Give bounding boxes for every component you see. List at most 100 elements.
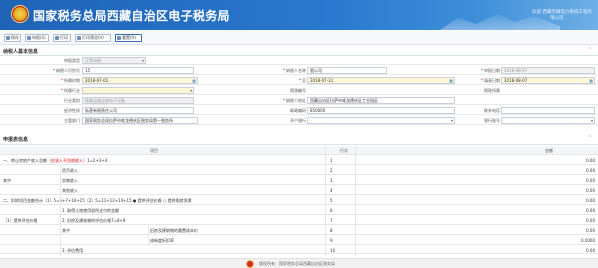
row-line: 6 — [330, 208, 333, 213]
row-group: 其中 — [3, 178, 11, 183]
chevron-down-icon: ▾ — [189, 88, 192, 93]
divider — [60, 166, 61, 256]
account-label: 银行账号 — [484, 118, 500, 123]
save-icon — [6, 36, 10, 40]
table-row: 3. 评估费用 10 0.00 — [0, 246, 598, 254]
divider — [325, 146, 326, 256]
industry-label: *所属行业 — [61, 88, 80, 93]
declare-type-label: 申报类型 — [64, 58, 80, 63]
tax-source-label: 税源编号 — [290, 88, 306, 93]
row-amount[interactable]: 0.00 — [500, 246, 595, 255]
taxpayer-name-label: *纳税人名称 — [283, 68, 306, 73]
form-row: 主管部门 国家税务总局拉萨市堆龙德庆区税务局第一税务所 开户银行 ▾ 银行账号 … — [0, 116, 598, 125]
row-amount[interactable]: 0.0000 — [500, 236, 595, 245]
row-item[interactable]: 二、扣除项目金额合计（1）5=6+7+10+15（2）5=11+12+14+15… — [3, 196, 323, 205]
save-button[interactable]: 保存 — [4, 34, 21, 42]
phone-label: 联系电话 — [484, 108, 500, 113]
reset-button[interactable]: 重置(R) — [115, 34, 142, 42]
table-header: 项目 行次 金额 — [0, 146, 598, 155]
row-item: 货币收入 — [62, 168, 78, 173]
tax-belong-label: 税款所属 — [484, 88, 500, 93]
fill-date-field[interactable]: 2018-08-07 ▦ — [501, 77, 595, 84]
calendar-icon: ▦ — [192, 78, 196, 83]
period-end-label: *至 — [299, 78, 306, 83]
fill-date-label: *填表日期 — [481, 78, 500, 83]
economic-type-label: 经济性质 — [64, 108, 80, 113]
table-row: 其他收入 4 0.00 — [0, 186, 598, 195]
authority-field[interactable]: 国家税务总局拉萨市堆龙德庆区税务局第一税务所 — [82, 117, 198, 124]
declare-date-label: *申报日期 — [481, 68, 500, 73]
row-amount[interactable]: 0.00 — [500, 216, 595, 225]
row-amount[interactable]: 0.00 — [500, 186, 595, 195]
toolbar: 保存 申报(S) 打印 打印预览(V) 重置(R) — [0, 31, 598, 45]
chevron-down-icon: ▾ — [141, 58, 144, 63]
row-amount[interactable]: 0.00 — [500, 156, 595, 165]
table-row: 二、扣除项目金额合计（1）5=6+7+10+15（2）5=11+12+14+15… — [0, 196, 598, 205]
col-amount-header: 金额 — [545, 148, 553, 153]
footer: 版权所有：国家税务总局西藏自治区税务局 — [0, 258, 598, 268]
row-line: 9 — [330, 238, 333, 243]
preview-icon — [77, 36, 81, 40]
industry-category-field[interactable]: 陆路运输总部电子设备 — [82, 97, 194, 104]
table-row: （1）提供评估价格 2. 旧房及建筑物的评估价格7=8×9 7 0.00 — [0, 216, 598, 225]
table-row: 其中 旧房及建筑物的重置成本价 8 0.00 — [0, 226, 598, 235]
table-row: 其中 实物收入 3 0.00 — [0, 176, 598, 185]
row-item: 3. 评估费用 — [62, 248, 84, 253]
phone-field[interactable] — [501, 107, 595, 114]
row-item: 其中 — [62, 228, 70, 233]
taxpayer-address-field[interactable]: 西藏自治区拉萨市堆龙德庆区工业园区 — [307, 97, 455, 104]
form-row: 经济性质 私营有限责任公司 邮政编码 850000 联系电话 — [0, 106, 598, 115]
divider — [355, 146, 356, 256]
print-button[interactable]: 打印 — [53, 34, 71, 42]
row-item: 2. 旧房及建筑物的评估价格7=8×9 — [62, 218, 126, 223]
form-row: 申报类型 正常申报 ▾ — [0, 56, 598, 65]
row-amount[interactable]: 0.00 — [500, 166, 595, 175]
print-preview-button[interactable]: 打印预览(V) — [75, 34, 111, 42]
tax-emblem-icon — [11, 5, 29, 23]
period-start-field[interactable]: 2018-07-01 ▦ — [82, 77, 198, 84]
collapse-taxpayer-icon[interactable]: ⌃ — [588, 47, 592, 53]
postal-code-field[interactable]: 850000 — [307, 107, 455, 114]
row-amount[interactable]: 0.00 — [500, 226, 595, 235]
industry-select[interactable]: ▾ — [82, 87, 194, 94]
row-item: 一、转让房地产收入总额（应该入不含税收入）1=2+3+4 — [3, 158, 108, 163]
row-amount[interactable]: 0.00 — [500, 196, 595, 205]
bank-label: 开户银行 — [290, 118, 306, 123]
economic-type-field[interactable]: 私营有限责任公司 — [82, 107, 194, 114]
row-item: 1. 取得土地使用权所支付的金额 — [62, 208, 120, 213]
print-icon — [55, 36, 59, 40]
taxpayer-name-field[interactable]: 限公司 — [307, 67, 387, 74]
row-line: 1 — [330, 158, 333, 163]
row-item: 实物收入 — [62, 178, 78, 183]
taxpayer-id-field[interactable]: 15 — [82, 67, 194, 74]
declare-date-field[interactable]: 2018-08-07 — [501, 67, 595, 74]
postal-code-label: 邮政编码 — [290, 108, 306, 113]
tax-source-field[interactable] — [307, 87, 455, 94]
divider — [0, 144, 598, 145]
row-amount[interactable]: 0.00 — [500, 176, 595, 185]
row-amount[interactable]: 0.00 — [500, 206, 595, 215]
form-row: 行业类别 陆路运输总部电子设备 *纳税人地址 西藏自治区拉萨市堆龙德庆区工业园区 — [0, 96, 598, 105]
table-row: 一、转让房地产收入总额（应该入不含税收入）1=2+3+4 1 0.00 — [0, 156, 598, 165]
user-welcome[interactable]: 欢迎 西藏无線电力系统工程有 限公司 — [532, 10, 592, 22]
chevron-down-icon: ▾ — [450, 118, 453, 123]
period-end-field[interactable]: 2018-07-31 ▦ — [307, 77, 455, 84]
row-group: （1）提供评估价格 — [3, 218, 38, 223]
collapse-declaration-icon[interactable]: ⌃ — [588, 135, 592, 141]
declare-type-select[interactable]: 正常申报 ▾ — [82, 57, 146, 64]
footer-copyright: 版权所有：国家税务总局西藏自治区税务局 — [259, 261, 335, 266]
declare-button[interactable]: 申报(S) — [25, 34, 49, 42]
calendar-icon: ▦ — [589, 78, 593, 83]
row-line: 8 — [330, 228, 333, 233]
taxpayer-address-label: *纳税人地址 — [283, 98, 306, 103]
row-line: 5 — [330, 198, 333, 203]
bank-select[interactable]: ▾ — [307, 117, 455, 124]
table-row: 成新度折扣率 9 0.0000 — [0, 236, 598, 245]
row-line: 10 — [330, 248, 336, 253]
col-item-header: 项目 — [150, 148, 158, 153]
period-start-label: *所属时期 — [61, 78, 80, 83]
reset-icon — [117, 36, 121, 40]
row-line: 7 — [330, 218, 333, 223]
form-row: *纳税人识别号 15 *纳税人名称 限公司 *申报日期 2018-08-07 — [0, 66, 598, 75]
account-select[interactable]: ▾ — [501, 117, 595, 124]
